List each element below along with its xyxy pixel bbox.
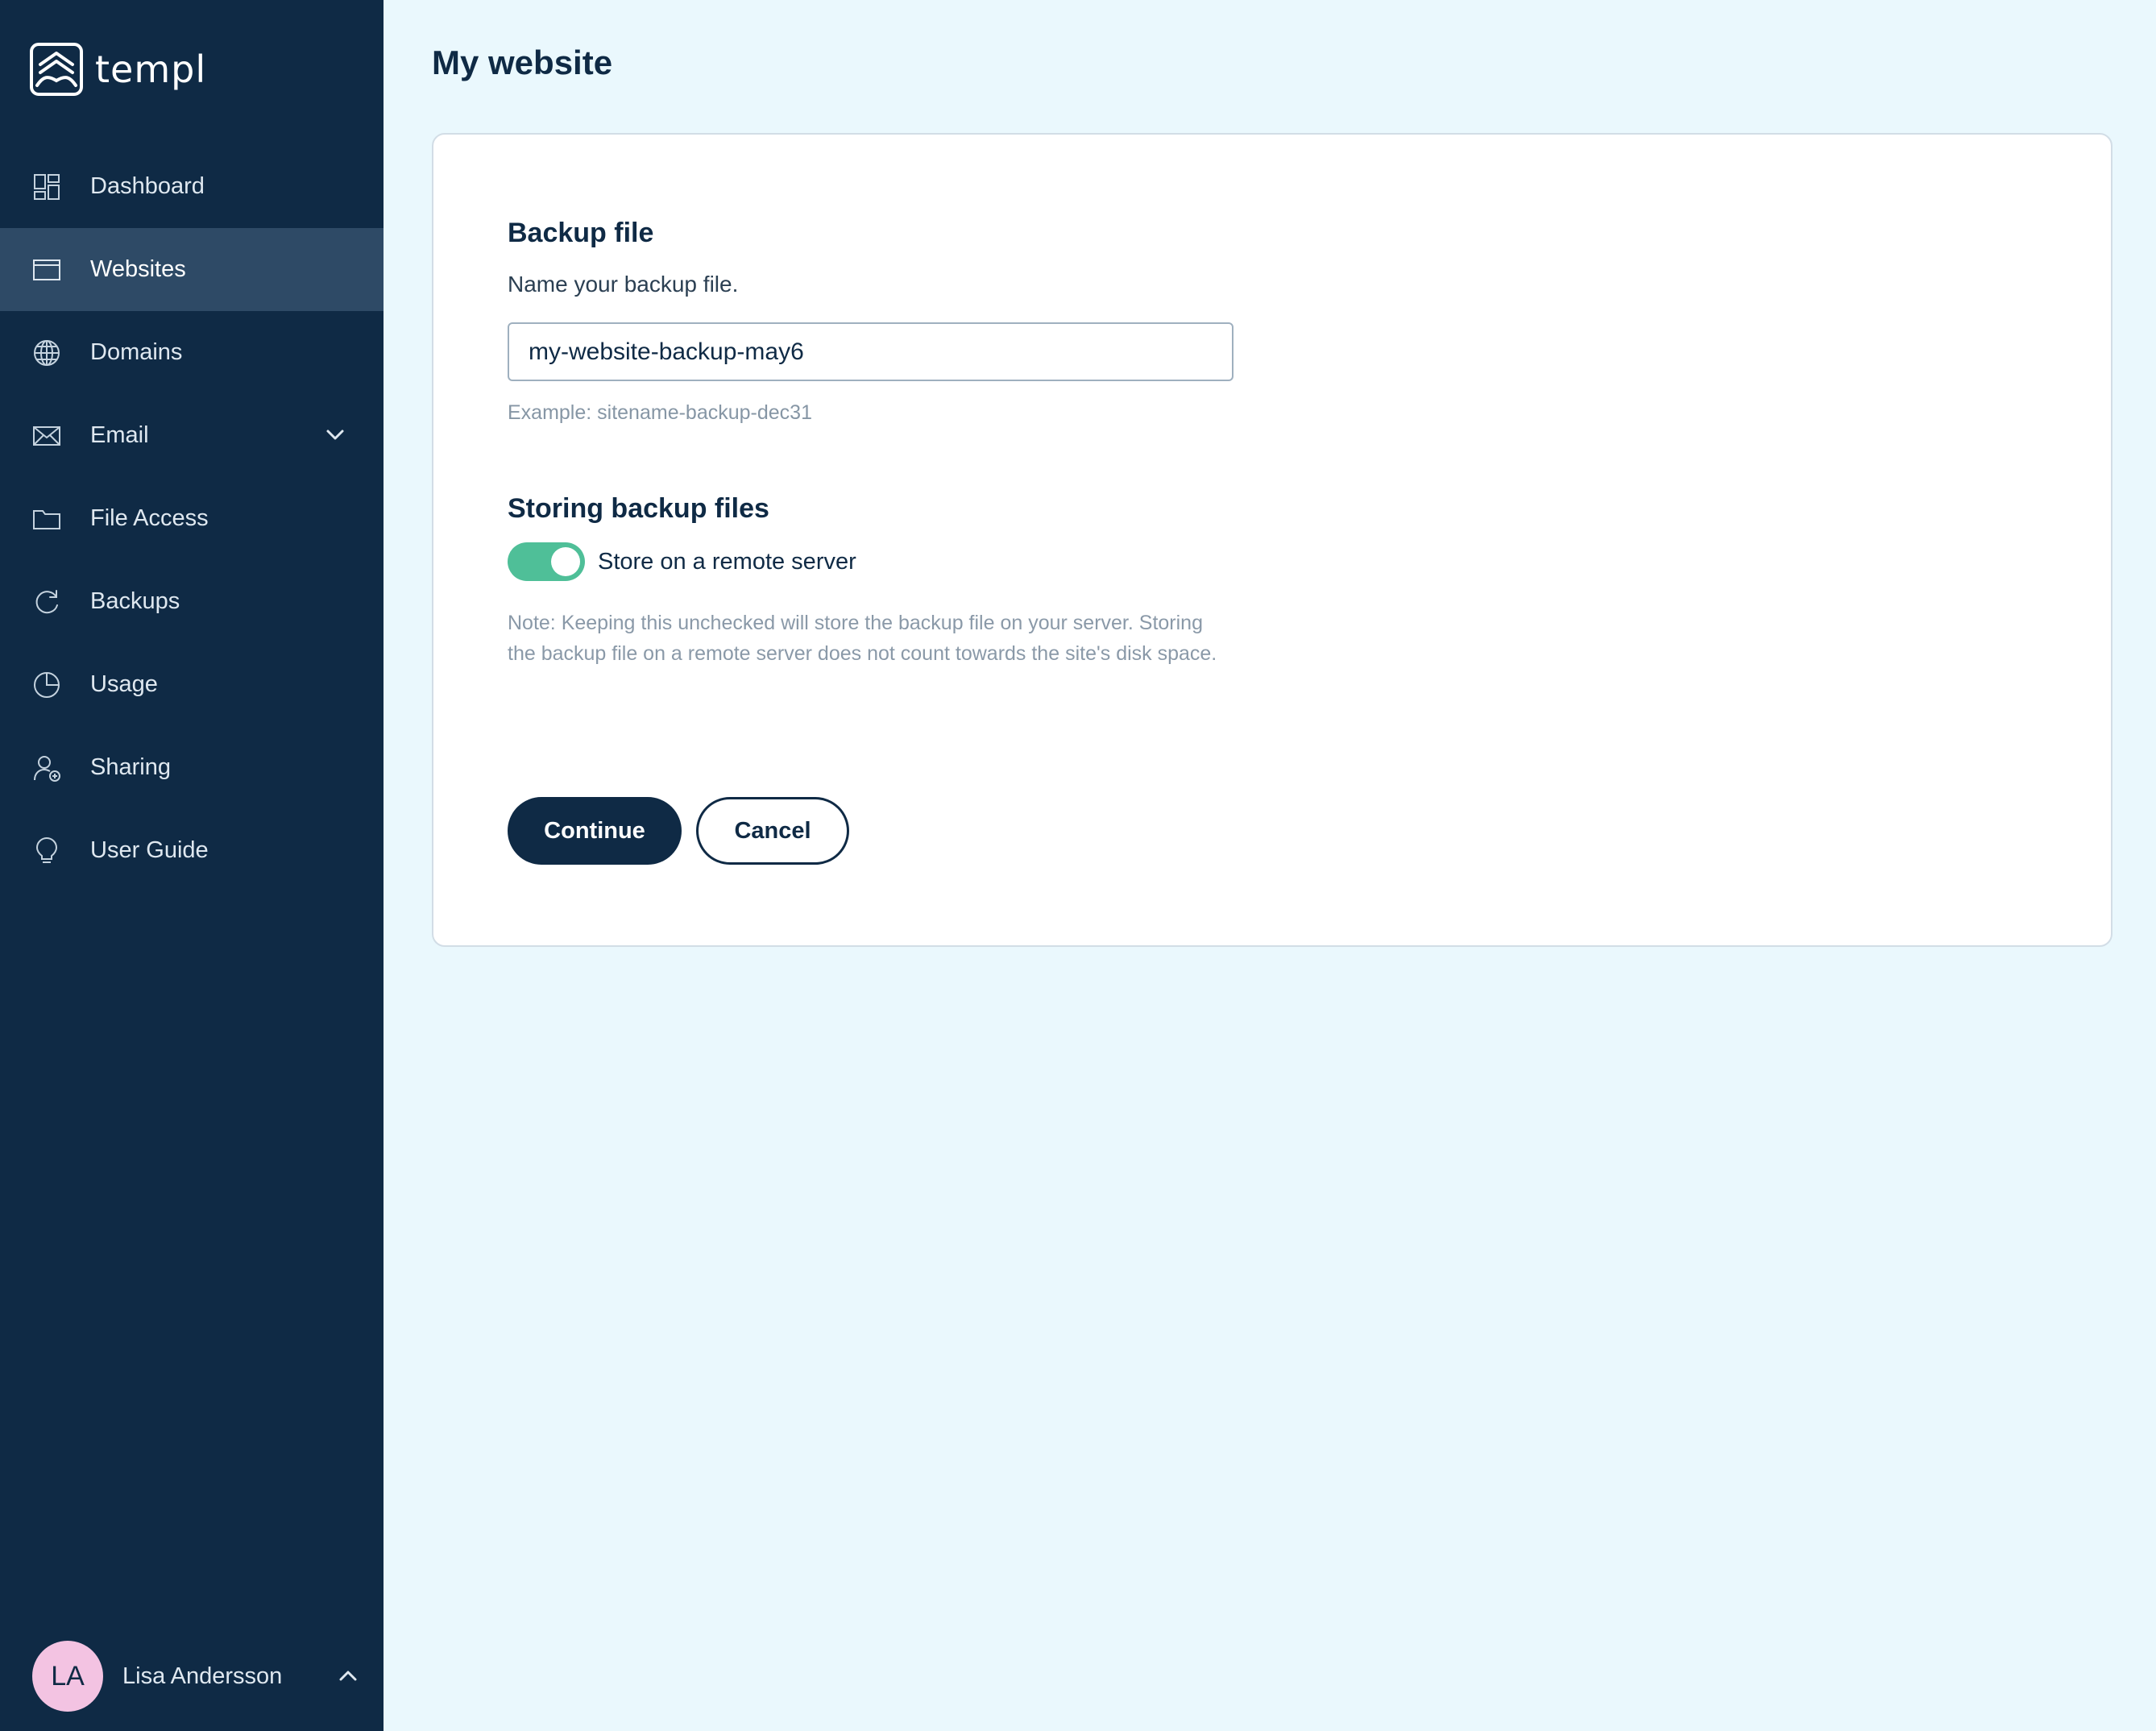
dashboard-icon [32, 172, 61, 201]
pie-chart-icon [32, 670, 61, 699]
storage-note: Note: Keeping this unchecked will store … [508, 612, 1217, 665]
storing-backup-heading: Storing backup files [508, 493, 769, 524]
user-menu[interactable]: LA Lisa Andersson [32, 1641, 357, 1712]
user-name: Lisa Andersson [122, 1663, 283, 1689]
sidebar-item-label: File Access [90, 505, 209, 531]
chevron-down-icon[interactable] [324, 423, 346, 446]
envelope-icon [32, 421, 61, 450]
backup-file-name-input[interactable] [508, 322, 1233, 381]
refresh-icon [32, 587, 61, 616]
cancel-button[interactable]: Cancel [696, 797, 849, 865]
globe-icon [32, 338, 61, 367]
templ-logo-icon [30, 43, 83, 96]
brand-name: templ [95, 48, 207, 91]
sidebar-item-email[interactable]: Email [0, 394, 384, 477]
sidebar-item-dashboard[interactable]: Dashboard [0, 145, 384, 228]
sidebar-item-label: Sharing [90, 754, 171, 780]
backup-file-heading: Backup file [508, 218, 654, 248]
brand-logo[interactable]: templ [29, 42, 206, 97]
avatar: LA [32, 1641, 103, 1712]
sidebar: templ Dashboard Websites Domains Email F… [0, 0, 384, 1731]
remote-server-toggle-label: Store on a remote server [598, 548, 856, 575]
sidebar-item-domains[interactable]: Domains [0, 311, 384, 394]
sidebar-item-sharing[interactable]: Sharing [0, 726, 384, 809]
sidebar-item-usage[interactable]: Usage [0, 643, 384, 726]
backup-file-description: Name your backup file. [508, 272, 739, 297]
browser-window-icon [32, 255, 61, 284]
user-share-icon [32, 753, 61, 782]
toggle-knob [551, 547, 580, 576]
sidebar-item-file-access[interactable]: File Access [0, 477, 384, 560]
folder-icon [32, 504, 61, 533]
sidebar-nav: Dashboard Websites Domains Email File Ac… [0, 145, 384, 892]
remote-server-toggle-row[interactable]: Store on a remote server [508, 542, 856, 581]
continue-button[interactable]: Continue [508, 797, 682, 865]
sidebar-item-label: Usage [90, 671, 158, 697]
backup-file-hint: Example: sitename-backup-dec31 [508, 401, 812, 424]
remote-server-toggle[interactable] [508, 542, 585, 581]
sidebar-item-label: Backups [90, 588, 180, 614]
sidebar-item-label: Domains [90, 339, 183, 365]
sidebar-item-websites[interactable]: Websites [0, 228, 384, 311]
sidebar-item-label: Dashboard [90, 173, 205, 199]
chevron-up-icon[interactable] [337, 1665, 359, 1687]
page-title: My website [432, 44, 613, 81]
sidebar-item-label: Websites [90, 256, 186, 282]
sidebar-item-backups[interactable]: Backups [0, 560, 384, 643]
sidebar-item-label: Email [90, 422, 149, 448]
lightbulb-icon [32, 836, 61, 866]
backup-form-card: Backup file Name your backup file. Examp… [432, 133, 2112, 947]
sidebar-item-user-guide[interactable]: User Guide [0, 809, 384, 892]
sidebar-item-label: User Guide [90, 837, 209, 863]
